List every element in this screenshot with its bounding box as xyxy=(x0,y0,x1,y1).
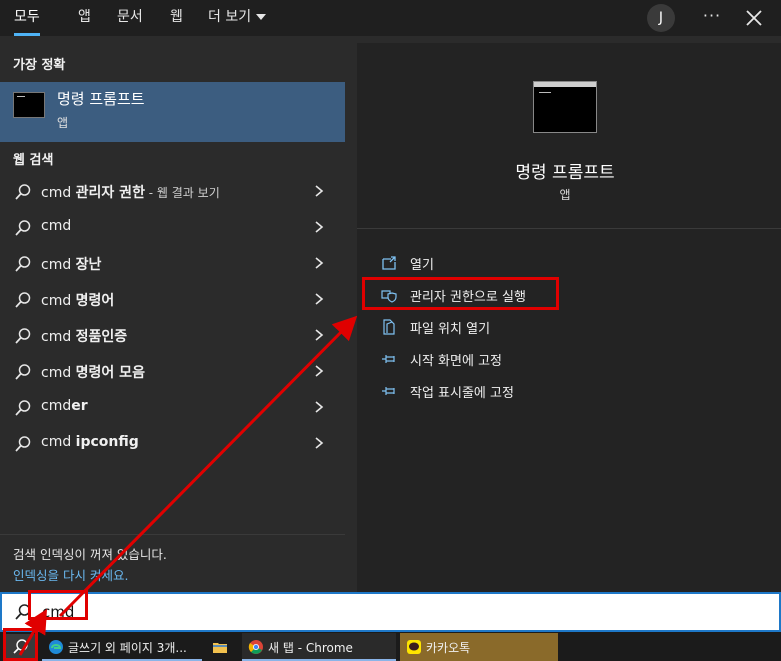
command-prompt-icon xyxy=(533,81,597,133)
best-match-subtitle: 앱 xyxy=(57,116,69,130)
web-search-item-label: cmder xyxy=(41,398,88,414)
results-panel: 가장 정확 명령 프롬프트 앱 웹 검색 cmd 관리자 권한 - 웹 결과 보… xyxy=(0,43,345,592)
search-icon xyxy=(15,292,31,308)
tab-more[interactable]: 더 보기 xyxy=(208,0,267,36)
web-search-item-label: cmd 명령어 xyxy=(41,293,115,309)
taskbar-chrome[interactable]: 새 탭 - Chrome xyxy=(242,633,396,661)
web-search-item[interactable]: cmd 정품인증 xyxy=(0,317,345,353)
web-search-item[interactable]: cmd 명령어 모음 xyxy=(0,353,345,389)
web-search-heading: 웹 검색 xyxy=(13,153,54,168)
search-icon xyxy=(13,639,28,654)
command-prompt-icon xyxy=(13,92,45,118)
web-search-item[interactable]: cmd 명령어 xyxy=(0,281,345,317)
taskbar-file-explorer[interactable] xyxy=(206,633,238,661)
web-search-item[interactable]: cmd 관리자 권한 - 웹 결과 보기 xyxy=(0,173,345,209)
chevron-right-icon xyxy=(315,365,324,377)
search-box[interactable] xyxy=(0,592,781,632)
web-search-item-label: cmd 관리자 권한 - 웹 결과 보기 xyxy=(41,185,220,201)
search-icon xyxy=(15,184,31,200)
search-icon xyxy=(15,364,31,380)
taskbar-edge[interactable]: 글쓰기 외 페이지 3개... xyxy=(42,633,202,661)
indexing-off-text: 검색 인덱싱이 꺼져 있습니다. xyxy=(13,547,167,562)
web-search-item[interactable]: cmd ipconfig xyxy=(0,425,345,461)
chevron-right-icon xyxy=(315,401,324,413)
web-search-item-label: cmd ipconfig xyxy=(41,434,139,450)
best-match-heading: 가장 정확 xyxy=(13,58,66,73)
chevron-right-icon xyxy=(315,329,324,341)
indexing-notice: 검색 인덱싱이 꺼져 있습니다. 인덱싱을 다시 켜세요. xyxy=(0,534,345,592)
search-icon xyxy=(15,436,31,452)
reenable-indexing-link[interactable]: 인덱싱을 다시 켜세요. xyxy=(13,565,128,584)
folder-icon xyxy=(213,643,227,653)
kakaotalk-icon xyxy=(407,640,421,654)
close-button[interactable] xyxy=(740,4,768,32)
chevron-right-icon xyxy=(315,437,324,449)
search-filter-bar: 모두 앱 문서 웹 더 보기 J ··· xyxy=(0,0,781,36)
more-options-button[interactable]: ··· xyxy=(698,4,726,32)
search-icon xyxy=(15,328,31,344)
action-open[interactable]: 열기 xyxy=(381,249,761,277)
open-icon xyxy=(382,256,396,270)
edge-icon xyxy=(49,640,63,654)
action-open-file-location[interactable]: 파일 위치 열기 xyxy=(381,313,761,341)
action-run-as-admin[interactable]: 관리자 권한으로 실행 xyxy=(381,281,761,309)
taskbar-kakaotalk[interactable]: 카카오톡 xyxy=(400,633,558,661)
chrome-icon xyxy=(248,640,263,654)
tab-web[interactable]: 웹 xyxy=(170,0,183,36)
search-icon xyxy=(15,256,31,272)
web-search-item-label: cmd xyxy=(41,218,72,234)
best-match-result[interactable]: 명령 프롬프트 앱 xyxy=(0,82,345,142)
tab-all[interactable]: 모두 xyxy=(14,0,40,36)
web-search-item[interactable]: cmder xyxy=(0,389,345,425)
web-search-item-label: cmd 정품인증 xyxy=(41,329,128,345)
avatar[interactable]: J xyxy=(647,4,675,32)
search-icon xyxy=(15,604,31,620)
file-location-icon xyxy=(383,319,395,335)
action-pin-to-taskbar[interactable]: 작업 표시줄에 고정 xyxy=(381,377,761,405)
pin-icon xyxy=(382,387,395,395)
web-search-item-label: cmd 장난 xyxy=(41,257,102,273)
tab-apps[interactable]: 앱 xyxy=(78,0,91,36)
caret-down-icon xyxy=(256,14,267,20)
web-search-item[interactable]: cmd 장난 xyxy=(0,245,345,281)
web-search-item[interactable]: cmd xyxy=(0,209,345,245)
search-input[interactable] xyxy=(42,599,542,625)
preview-panel: 명령 프롬프트 앱 열기 관리자 권한으로 실행 파일 위치 열기 시작 화면에… xyxy=(357,43,781,592)
preview-title: 명령 프롬프트 xyxy=(515,163,615,183)
best-match-title: 명령 프롬프트 xyxy=(57,90,145,108)
preview-subtitle: 앱 xyxy=(559,188,571,202)
taskbar: 글쓰기 외 페이지 3개... 새 탭 - Chrome 카카오톡 xyxy=(0,632,781,661)
chevron-right-icon xyxy=(315,185,324,197)
chevron-right-icon xyxy=(315,221,324,233)
shield-icon xyxy=(381,290,397,303)
search-icon xyxy=(15,400,31,416)
close-icon xyxy=(746,10,762,26)
taskbar-search-button[interactable] xyxy=(4,634,36,660)
search-icon xyxy=(15,220,31,236)
pin-icon xyxy=(382,355,395,363)
action-pin-to-start[interactable]: 시작 화면에 고정 xyxy=(381,345,761,373)
divider xyxy=(357,228,781,229)
tab-documents[interactable]: 문서 xyxy=(117,0,143,36)
chevron-right-icon xyxy=(315,293,324,305)
chevron-right-icon xyxy=(315,257,324,269)
web-search-item-label: cmd 명령어 모음 xyxy=(41,365,145,381)
